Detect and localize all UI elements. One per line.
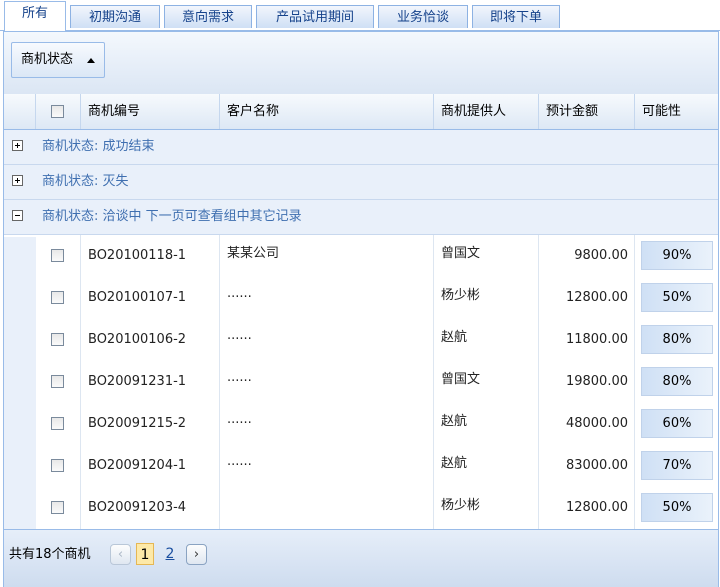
header-opportunity-id[interactable]: 商机编号 bbox=[81, 94, 220, 129]
toolbar: 商机状态 bbox=[4, 32, 718, 95]
row-checkbox[interactable] bbox=[51, 291, 64, 304]
expected-amount: 12800.00 bbox=[539, 487, 635, 529]
group-button-label: 商机状态 bbox=[21, 52, 74, 67]
row-checkbox[interactable] bbox=[51, 249, 64, 262]
plus-icon[interactable] bbox=[12, 175, 23, 186]
row-select-cell bbox=[36, 235, 81, 277]
tab-about-to-order[interactable]: 即将下单 bbox=[472, 5, 560, 28]
group-label: 商机状态: 洽谈中 下一页可查看组中其它记录 bbox=[42, 209, 302, 224]
customer-name: ······ bbox=[220, 319, 434, 361]
opportunity-id: BO20091203-4 bbox=[81, 487, 220, 529]
table-row[interactable]: BO20100106-2 ······ 赵航 11800.00 80% bbox=[36, 319, 718, 362]
customer-name: ······ bbox=[220, 403, 434, 445]
grid-panel: 商机状态 商机编号 客户名称 商机提供人 预计金额 可能性 商机状态: 成功结束… bbox=[3, 31, 719, 587]
table-row[interactable]: BO20091203-4 杨少彬 12800.00 50% bbox=[36, 487, 718, 530]
page-2[interactable]: 2 bbox=[161, 543, 179, 565]
table-row[interactable]: BO20091215-2 ······ 赵航 48000.00 60% bbox=[36, 403, 718, 446]
row-select-cell bbox=[36, 403, 81, 445]
customer-name: ······ bbox=[220, 445, 434, 487]
expected-amount: 83000.00 bbox=[539, 445, 635, 487]
row-checkbox[interactable] bbox=[51, 417, 64, 430]
group-label: 商机状态: 灭失 bbox=[42, 174, 129, 189]
total-count: 共有18个商机 bbox=[9, 547, 91, 562]
tab-all[interactable]: 所有 bbox=[4, 1, 66, 31]
pager-bar: 共有18个商机 ‹ 1 2 › bbox=[4, 529, 718, 587]
provider: 杨少彬 bbox=[434, 487, 539, 529]
row-select-cell bbox=[36, 487, 81, 529]
group-row-lost[interactable]: 商机状态: 灭失 bbox=[4, 165, 718, 200]
customer-name bbox=[220, 487, 434, 529]
opportunity-id: BO20091215-2 bbox=[81, 403, 220, 445]
header-expected-amount[interactable]: 预计金额 bbox=[539, 94, 635, 129]
page-1[interactable]: 1 bbox=[136, 543, 154, 565]
tab-initial-communication[interactable]: 初期沟通 bbox=[70, 5, 160, 28]
row-checkbox[interactable] bbox=[51, 375, 64, 388]
table-row[interactable]: BO20091204-1 ······ 赵航 83000.00 70% bbox=[36, 445, 718, 488]
header-probability[interactable]: 可能性 bbox=[635, 94, 718, 129]
triangle-up-icon bbox=[87, 58, 95, 63]
customer-name: ······ bbox=[220, 277, 434, 319]
plus-icon[interactable] bbox=[12, 140, 23, 151]
provider: 赵航 bbox=[434, 319, 539, 361]
opportunity-id: BO20091204-1 bbox=[81, 445, 220, 487]
provider: 曾国文 bbox=[434, 235, 539, 277]
probability-bar: 60% bbox=[641, 409, 713, 438]
probability-bar: 80% bbox=[641, 367, 713, 396]
table-row[interactable]: BO20100118-1 某某公司 曾国文 9800.00 90% bbox=[36, 235, 718, 278]
customer-name: 某某公司 bbox=[220, 235, 434, 277]
customer-name: ······ bbox=[220, 361, 434, 403]
probability-bar: 50% bbox=[641, 493, 713, 522]
chevron-right-icon[interactable]: › bbox=[186, 544, 207, 565]
chevron-left-icon[interactable]: ‹ bbox=[110, 544, 131, 565]
opportunity-id: BO20100118-1 bbox=[81, 235, 220, 277]
grid-header: 商机编号 客户名称 商机提供人 预计金额 可能性 bbox=[4, 94, 718, 130]
row-select-cell bbox=[36, 277, 81, 319]
row-checkbox[interactable] bbox=[51, 501, 64, 514]
group-by-status-button[interactable]: 商机状态 bbox=[11, 42, 105, 78]
provider: 赵航 bbox=[434, 445, 539, 487]
table-row[interactable]: BO20100107-1 ······ 杨少彬 12800.00 50% bbox=[36, 277, 718, 320]
row-select-cell bbox=[36, 361, 81, 403]
provider: 赵航 bbox=[434, 403, 539, 445]
expected-amount: 19800.00 bbox=[539, 361, 635, 403]
row-select-cell bbox=[36, 445, 81, 487]
provider: 杨少彬 bbox=[434, 277, 539, 319]
tab-intent-demand[interactable]: 意向需求 bbox=[164, 5, 252, 28]
row-checkbox[interactable] bbox=[51, 333, 64, 346]
header-provider[interactable]: 商机提供人 bbox=[434, 94, 539, 129]
probability-bar: 80% bbox=[641, 325, 713, 354]
table-row[interactable]: BO20091231-1 ······ 曾国文 19800.00 80% bbox=[36, 361, 718, 404]
group-row-negotiating[interactable]: 商机状态: 洽谈中 下一页可查看组中其它记录 bbox=[4, 200, 718, 235]
minus-icon[interactable] bbox=[12, 210, 23, 221]
expected-amount: 12800.00 bbox=[539, 277, 635, 319]
opportunity-id: BO20100106-2 bbox=[81, 319, 220, 361]
header-select-all bbox=[36, 94, 81, 129]
tab-negotiation[interactable]: 业务恰谈 bbox=[378, 5, 468, 28]
expected-amount: 9800.00 bbox=[539, 235, 635, 277]
tab-trial-period[interactable]: 产品试用期间 bbox=[256, 5, 374, 28]
expected-amount: 48000.00 bbox=[539, 403, 635, 445]
header-customer-name[interactable]: 客户名称 bbox=[220, 94, 434, 129]
probability-bar: 50% bbox=[641, 283, 713, 312]
row-checkbox[interactable] bbox=[51, 459, 64, 472]
group-indent bbox=[4, 237, 36, 536]
row-select-cell bbox=[36, 319, 81, 361]
select-all-checkbox[interactable] bbox=[51, 105, 64, 118]
expected-amount: 11800.00 bbox=[539, 319, 635, 361]
probability-bar: 90% bbox=[641, 241, 713, 270]
group-row-success[interactable]: 商机状态: 成功结束 bbox=[4, 130, 718, 165]
tab-bar: 所有 初期沟通 意向需求 产品试用期间 业务恰谈 即将下单 bbox=[0, 0, 720, 31]
provider: 曾国文 bbox=[434, 361, 539, 403]
probability-bar: 70% bbox=[641, 451, 713, 480]
opportunity-id: BO20091231-1 bbox=[81, 361, 220, 403]
header-spacer bbox=[4, 94, 36, 129]
opportunity-id: BO20100107-1 bbox=[81, 277, 220, 319]
group-label: 商机状态: 成功结束 bbox=[42, 139, 155, 154]
